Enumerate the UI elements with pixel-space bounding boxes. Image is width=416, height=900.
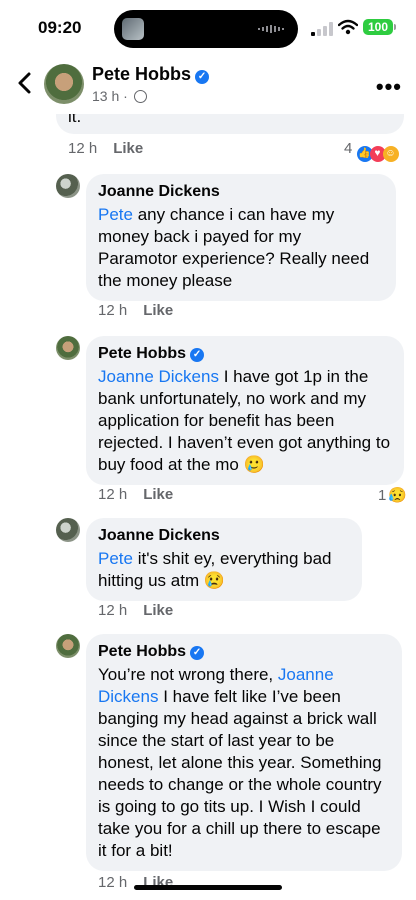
verified-badge-icon: ✓	[195, 70, 210, 84]
like-button[interactable]: Like	[113, 140, 143, 157]
like-button[interactable]: Like	[143, 486, 173, 503]
home-indicator[interactable]	[134, 885, 282, 890]
comment-meta: 12 h Like	[68, 140, 143, 157]
wifi-icon	[338, 19, 358, 35]
comment-meta: 12 h Like	[98, 302, 173, 319]
comment-time: 12 h	[98, 874, 128, 891]
comment-body-start: You’re not wrong there,	[98, 665, 278, 684]
verified-badge-icon: ✓	[190, 348, 205, 362]
comment-time: 12 h	[98, 486, 128, 503]
sad-reaction-icon: 😥	[388, 487, 408, 504]
like-button[interactable]: Like	[143, 602, 173, 619]
comment-bubble: Joanne Dickens Pete any chance i can hav…	[86, 174, 396, 301]
mention-link[interactable]: Pete	[98, 549, 133, 568]
author-name: Pete Hobbs	[92, 64, 192, 84]
reaction-count: 1	[378, 487, 387, 504]
comment-author[interactable]: Pete Hobbs ✓	[98, 344, 392, 364]
comment-text: Pete any chance i can have my money back…	[98, 204, 384, 292]
battery-indicator: 100	[363, 19, 393, 35]
status-time: 09:20	[38, 18, 82, 37]
comment-text: Pete it's shit ey, everything bad hittin…	[98, 548, 350, 592]
mention-link[interactable]: Pete	[98, 205, 133, 224]
battery-tip-icon	[394, 24, 396, 30]
comment-body: I have felt like I’ve been banging my he…	[98, 687, 382, 860]
reaction-summary[interactable]: 1 😥	[378, 486, 407, 504]
comment-text: You’re not wrong there, Joanne Dickens I…	[98, 664, 390, 862]
comment-time: 12 h	[68, 140, 98, 157]
audio-wave-icon	[258, 25, 284, 33]
comment-author[interactable]: Pete Hobbs ✓	[98, 642, 390, 662]
post-time: 13 h ·	[92, 88, 128, 104]
avatar[interactable]	[56, 518, 80, 542]
verified-badge-icon: ✓	[190, 646, 205, 660]
comment-body: any chance i can have my money back i pa…	[98, 205, 370, 290]
reaction-summary[interactable]: 4 👍 ♥ ☺	[344, 140, 399, 162]
back-arrow-icon[interactable]	[14, 70, 36, 96]
avatar[interactable]	[56, 634, 80, 658]
comment-author[interactable]: Joanne Dickens	[98, 182, 384, 202]
mention-link[interactable]: Joanne Dickens	[98, 367, 219, 386]
status-bar: 09:20 100	[0, 0, 416, 56]
care-reaction-icon: ☺	[382, 146, 399, 162]
post-header: Pete Hobbs ✓ 13 h · •••	[0, 56, 416, 114]
reaction-count: 4	[344, 140, 353, 157]
more-options-icon[interactable]: •••	[376, 74, 402, 100]
globe-icon	[133, 90, 147, 103]
comment-time: 12 h	[98, 302, 128, 319]
comment-text: Joanne Dickens I have got 1p in the bank…	[98, 366, 392, 476]
post-meta: 13 h ·	[92, 88, 147, 104]
avatar[interactable]	[56, 174, 80, 198]
author-name: Pete Hobbs	[98, 643, 187, 660]
comment-bubble: Pete Hobbs ✓ Joanne Dickens I have got 1p…	[86, 336, 404, 485]
comment-bubble: Joanne Dickens Pete it's shit ey, everyt…	[86, 518, 362, 601]
cellular-signal-icon	[311, 22, 333, 36]
comment-time: 12 h	[98, 602, 128, 619]
dynamic-island[interactable]	[114, 10, 298, 48]
media-thumbnail-icon	[122, 18, 144, 40]
avatar[interactable]	[56, 336, 80, 360]
comment-meta: 12 h Like	[98, 602, 173, 619]
comment-body: it's shit ey, everything bad hitting us …	[98, 549, 332, 590]
page-title[interactable]: Pete Hobbs ✓	[92, 64, 210, 85]
comment-meta: 12 h Like	[98, 486, 173, 503]
comment-author[interactable]: Joanne Dickens	[98, 526, 350, 546]
author-name: Pete Hobbs	[98, 345, 187, 362]
comment-bubble: Pete Hobbs ✓ You’re not wrong there, Joan…	[86, 634, 402, 871]
like-button[interactable]: Like	[143, 302, 173, 319]
avatar[interactable]	[44, 64, 84, 104]
